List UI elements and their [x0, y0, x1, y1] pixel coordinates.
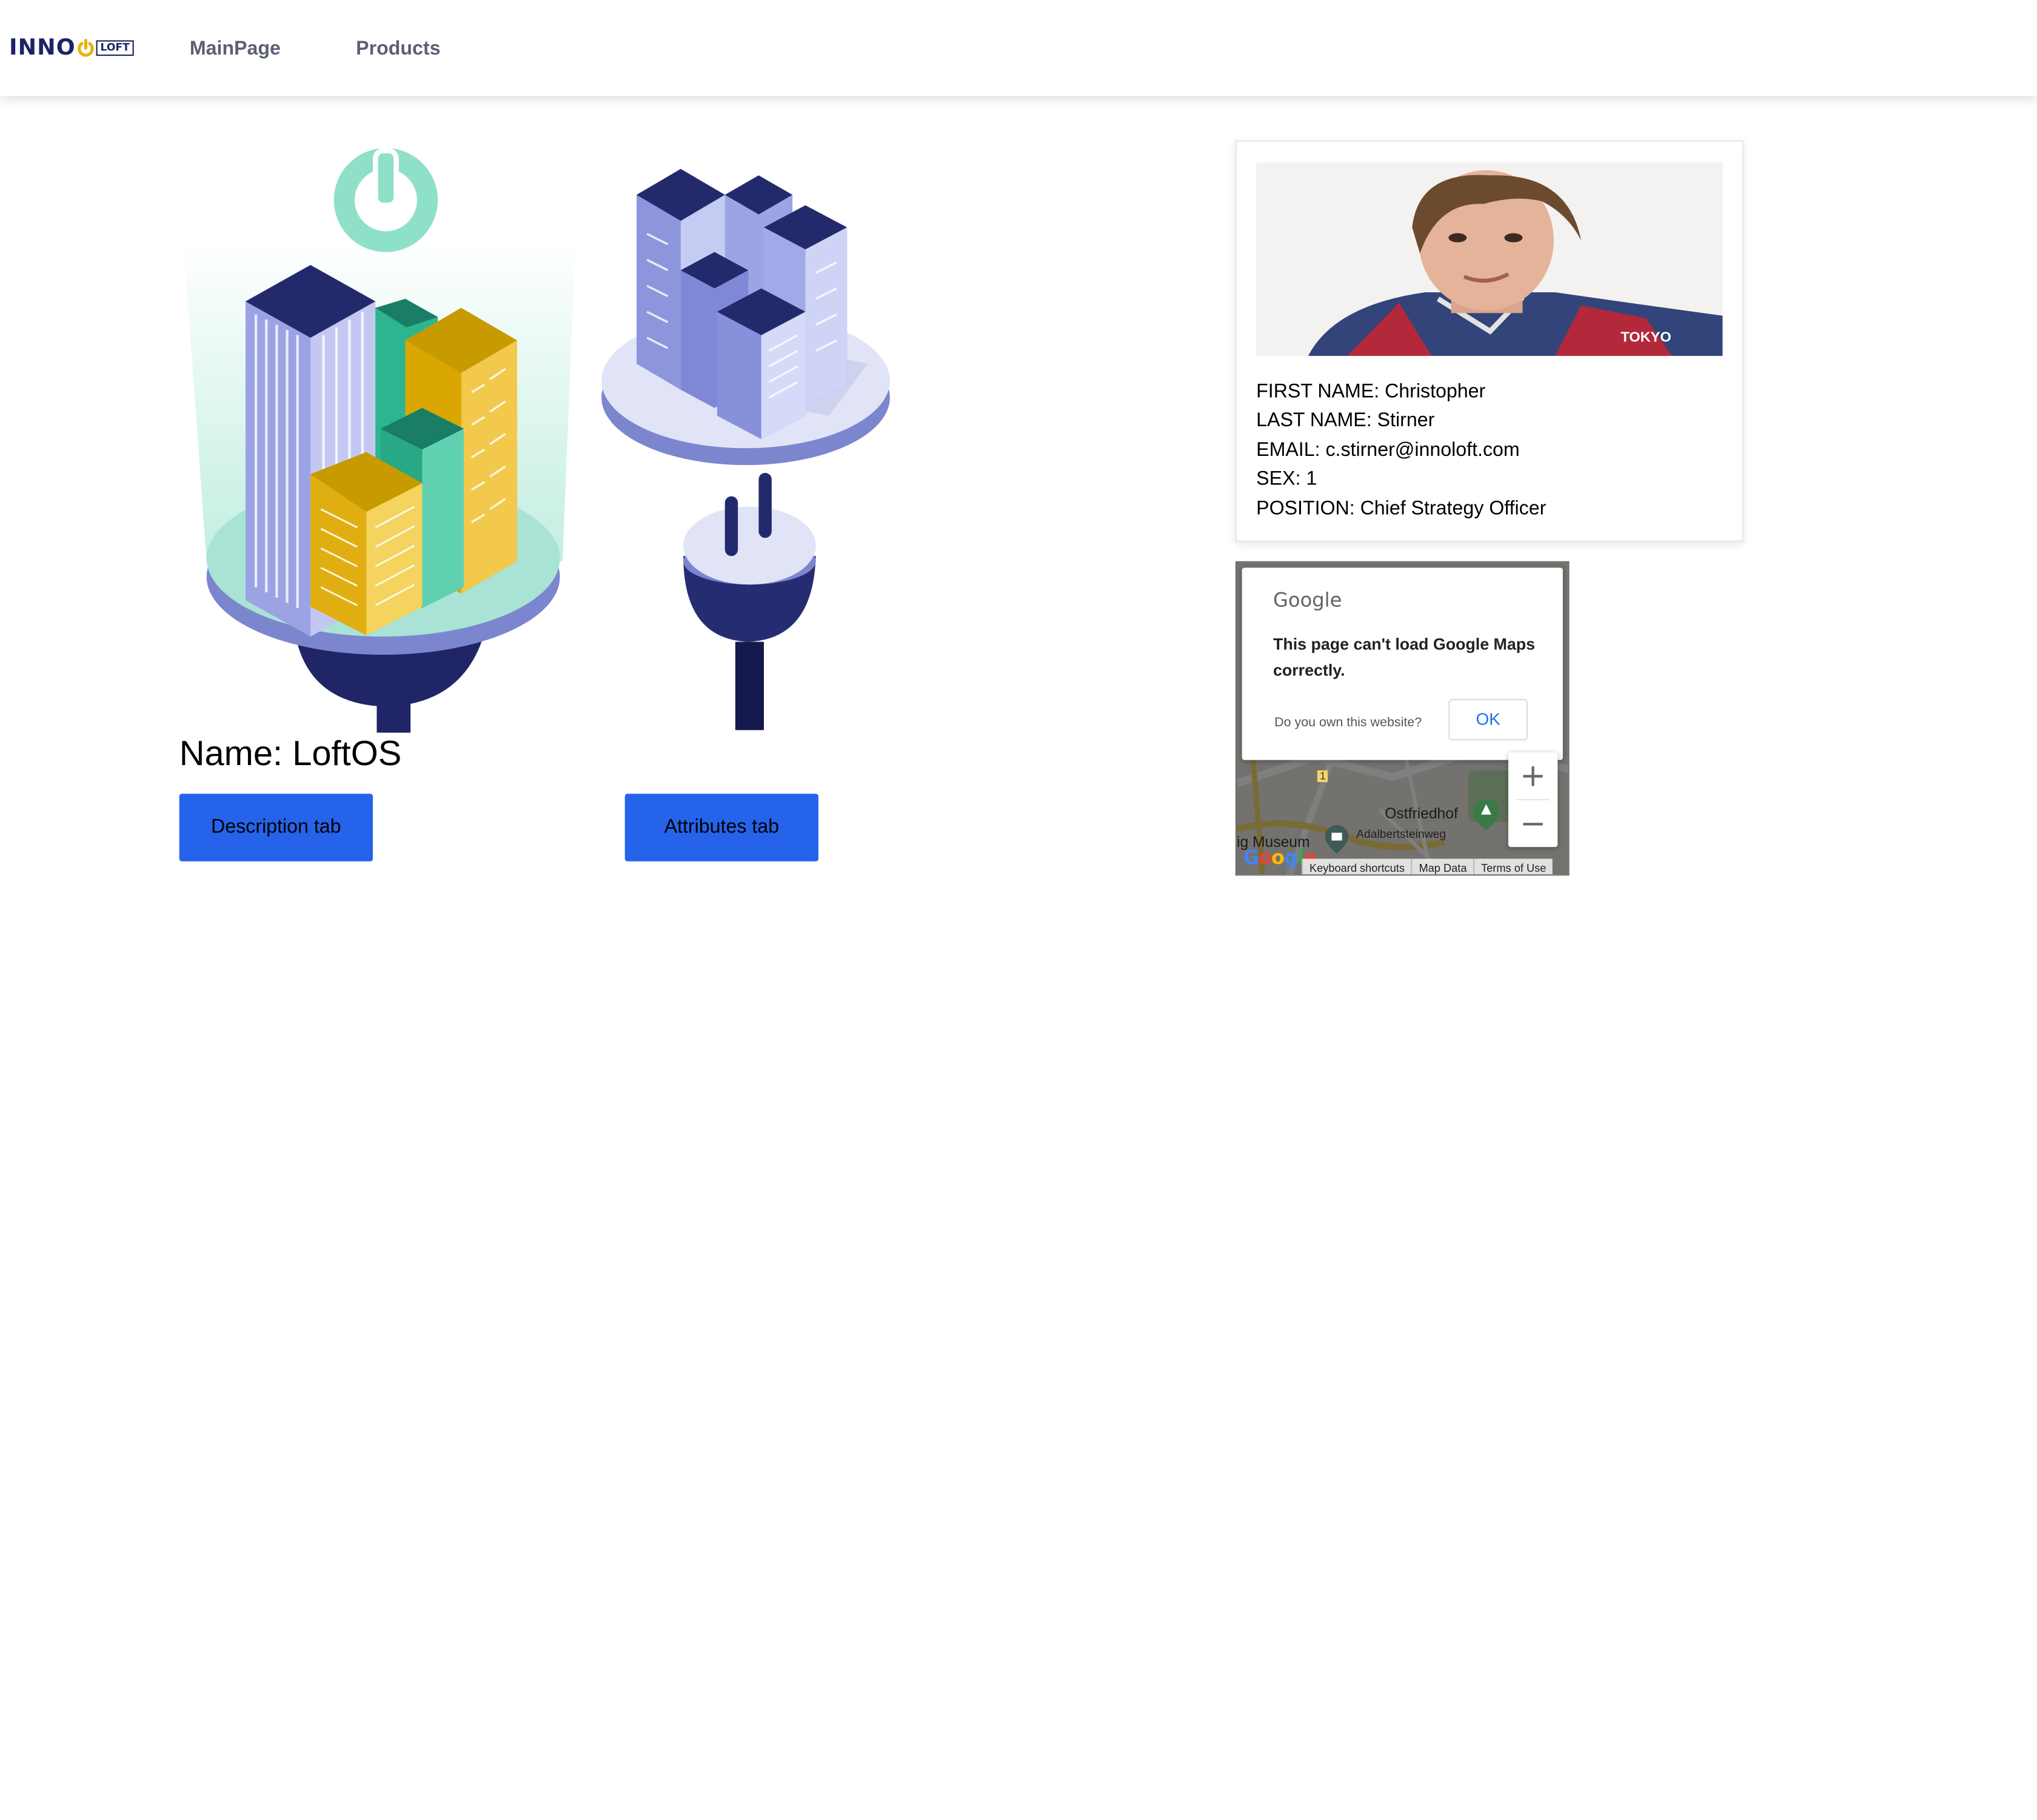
map-label-ostfriedhof: Ostfriedhof: [1385, 806, 1458, 823]
nav-link-mainpage[interactable]: MainPage: [190, 38, 281, 61]
dialog-ok-button[interactable]: OK: [1448, 698, 1528, 741]
innoloft-logo[interactable]: INNO LOFT: [9, 35, 134, 61]
product-name: Name: LoftOS: [179, 734, 402, 773]
city-platform-illustration: [183, 148, 576, 733]
museum-pin-icon: [1325, 825, 1349, 854]
own-website-question[interactable]: Do you own this website?: [1274, 716, 1422, 732]
user-info: FIRST NAME: Christopher LAST NAME: Stirn…: [1256, 378, 1546, 524]
user-position: POSITION: Chief Strategy Officer: [1256, 497, 1547, 520]
user-last-name: LAST NAME: Stirner: [1256, 409, 1435, 432]
attributes-tab-button[interactable]: Attributes tab: [624, 794, 818, 861]
map-footer: Keyboard shortcuts Map Data Terms of Use: [1302, 858, 1553, 875]
google-map[interactable]: Ostfriedhof Adalbertsteinweg ig Museum 1…: [1235, 561, 1570, 876]
logo-box-text: LOFT: [96, 40, 134, 56]
map-label-adalbertsteinweg: Adalbertsteinweg: [1356, 828, 1447, 841]
maps-error-dialog: Google This page can't load Google Maps …: [1242, 567, 1563, 760]
google-brand-text: Google: [1273, 588, 1342, 612]
plug-illustration: [601, 169, 890, 731]
user-first-name: FIRST NAME: Christopher: [1256, 380, 1486, 403]
zoom-in-button[interactable]: +: [1508, 752, 1557, 799]
maps-error-message: This page can't load Google Maps correct…: [1273, 635, 1536, 680]
top-navbar: INNO LOFT MainPage Products: [0, 0, 2037, 96]
road-number-badge: 1: [1317, 770, 1328, 782]
power-icon: [78, 39, 95, 57]
shirt-print-text: TOKYO: [1621, 329, 1671, 345]
keyboard-shortcuts-link[interactable]: Keyboard shortcuts: [1302, 858, 1411, 875]
park-pin-icon: [1473, 798, 1499, 831]
user-email: EMAIL: c.stirner@innoloft.com: [1256, 438, 1520, 461]
map-data-link[interactable]: Map Data: [1411, 858, 1474, 875]
zoom-out-button[interactable]: −: [1508, 800, 1557, 847]
map-zoom-control: + −: [1508, 752, 1558, 848]
logo-wordmark: INNO: [9, 35, 76, 61]
terms-of-use-link[interactable]: Terms of Use: [1473, 858, 1553, 875]
user-avatar: TOKYO: [1256, 162, 1723, 356]
description-tab-button[interactable]: Description tab: [179, 794, 373, 861]
user-sex: SEX: 1: [1256, 467, 1317, 490]
nav-link-products[interactable]: Products: [356, 38, 440, 61]
user-card: TOKYO FIRST NAME: Christopher LAST NAME:…: [1235, 140, 1744, 542]
